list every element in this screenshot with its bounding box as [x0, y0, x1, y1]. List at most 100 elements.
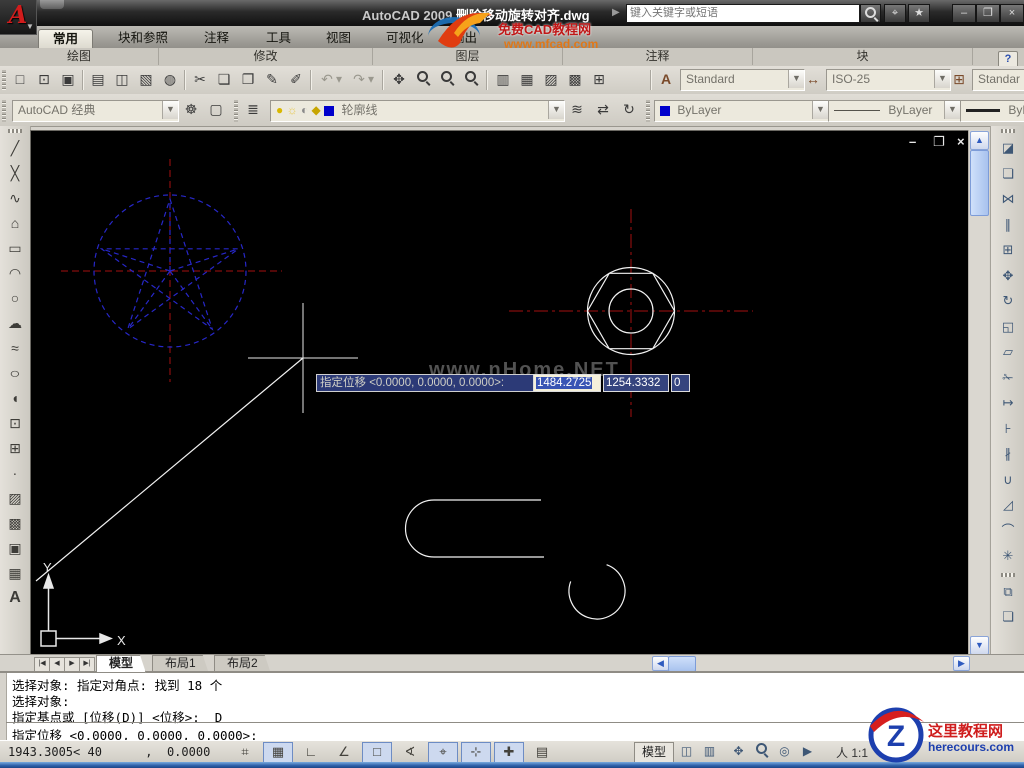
- draworder-bring-front-icon[interactable]: [997, 580, 1019, 606]
- save-icon[interactable]: [57, 69, 79, 91]
- hatch-icon[interactable]: [4, 486, 26, 511]
- scroll-down-button[interactable]: ▼: [970, 636, 989, 655]
- quick-access-toolbar[interactable]: [40, 0, 64, 9]
- grid-toggle[interactable]: [263, 742, 293, 763]
- revision-cloud-icon[interactable]: [4, 311, 26, 336]
- doc-restore-button[interactable]: ❐: [933, 135, 945, 149]
- dim-style-dropdown[interactable]: ISO-25 ▼: [826, 69, 951, 91]
- erase-icon[interactable]: [997, 136, 1019, 162]
- scroll-up-button[interactable]: ▲: [970, 131, 989, 150]
- tab-blocks-references[interactable]: 块和参照: [104, 29, 182, 48]
- search-button[interactable]: [860, 4, 881, 23]
- designcenter-icon[interactable]: [516, 69, 538, 91]
- workspace-save-icon[interactable]: [205, 99, 227, 121]
- point-icon[interactable]: [4, 461, 26, 486]
- layer-properties-manager-icon[interactable]: [242, 99, 264, 121]
- layer-states-icon[interactable]: [618, 99, 640, 121]
- break-icon[interactable]: [997, 442, 1019, 468]
- line-icon[interactable]: [4, 136, 26, 161]
- layer-on-bulb-icon[interactable]: ●: [276, 103, 283, 117]
- infocenter-search[interactable]: [626, 4, 860, 23]
- gradient-icon[interactable]: [4, 511, 26, 536]
- workspace-dropdown[interactable]: AutoCAD 经典 ▼: [12, 100, 179, 122]
- dim-style-icon[interactable]: [802, 69, 824, 91]
- steering-wheel-icon[interactable]: [774, 742, 795, 761]
- break-at-point-icon[interactable]: [997, 417, 1019, 443]
- drawing-area[interactable]: Y X www.nHome.NET 指定位移 <0.0000, 0.0000, …: [30, 130, 970, 656]
- cut-icon[interactable]: [189, 69, 211, 91]
- table-style-dropdown[interactable]: Standar: [972, 69, 1024, 91]
- text-style-dropdown[interactable]: Standard ▼: [680, 69, 805, 91]
- plot-icon[interactable]: [87, 69, 109, 91]
- search-input[interactable]: [627, 6, 865, 21]
- dropdown-arrow-icon[interactable]: ▼: [944, 101, 960, 119]
- color-dropdown[interactable]: ByLayer ▼: [654, 100, 829, 122]
- copy-clip-icon[interactable]: [213, 69, 235, 91]
- close-button[interactable]: ×: [1000, 4, 1024, 23]
- layer-dropdown[interactable]: ● ☼ ◐ ◆ 轮廓线 ▼: [270, 100, 565, 122]
- tab-annotate[interactable]: 注释: [190, 29, 243, 48]
- chamfer-icon[interactable]: [997, 493, 1019, 519]
- dropdown-arrow-icon[interactable]: ▼: [162, 101, 178, 119]
- plot-preview-icon[interactable]: [111, 69, 133, 91]
- quick-properties-toggle[interactable]: [527, 742, 557, 763]
- sheet-set-manager-icon[interactable]: [564, 69, 586, 91]
- tab-next-button[interactable]: ▶: [64, 657, 80, 672]
- dynamic-input-x[interactable]: 1484.2725: [533, 374, 601, 392]
- tab-view[interactable]: 视图: [312, 29, 365, 48]
- doc-minimize-button[interactable]: –: [909, 135, 916, 149]
- dynamic-input-toggle[interactable]: [461, 742, 491, 763]
- panel-modify[interactable]: 修改: [159, 48, 373, 65]
- offset-icon[interactable]: [997, 213, 1019, 239]
- undo-dropdown-icon[interactable]: [334, 69, 344, 91]
- model-space-button[interactable]: 模型: [634, 742, 674, 763]
- move-icon[interactable]: [997, 264, 1019, 290]
- rotate-icon[interactable]: [997, 289, 1019, 315]
- array-icon[interactable]: [997, 238, 1019, 264]
- polar-tracking-toggle[interactable]: [329, 742, 359, 763]
- zoom-window-icon[interactable]: [436, 69, 458, 91]
- arc-icon[interactable]: [4, 261, 26, 286]
- toolbar-grip[interactable]: [234, 100, 238, 122]
- fillet-icon[interactable]: [997, 519, 1019, 545]
- show-motion-icon[interactable]: [797, 742, 818, 761]
- panel-block[interactable]: 块: [753, 48, 973, 65]
- zoom-status-button[interactable]: [751, 742, 772, 761]
- publish-icon[interactable]: [135, 69, 157, 91]
- text-style-icon[interactable]: A: [655, 69, 677, 91]
- mirror-icon[interactable]: [997, 187, 1019, 213]
- line-entity[interactable]: [36, 358, 303, 581]
- dynamic-input-z[interactable]: 0: [671, 374, 690, 392]
- toolbar-grip[interactable]: [646, 100, 650, 122]
- table-style-icon[interactable]: [948, 69, 970, 91]
- tab-home[interactable]: 常用: [38, 29, 93, 49]
- vertical-scroll-thumb[interactable]: [970, 150, 989, 216]
- toolbar-grip[interactable]: [1001, 129, 1015, 133]
- annotation-scale-control[interactable]: 人 1:1: [836, 744, 868, 761]
- new-file-icon[interactable]: [9, 69, 31, 91]
- slot-drawing[interactable]: [406, 500, 545, 557]
- properties-palette-icon[interactable]: [492, 69, 514, 91]
- match-properties-icon[interactable]: [261, 69, 283, 91]
- copy-object-icon[interactable]: [997, 162, 1019, 188]
- spline-icon[interactable]: [4, 336, 26, 361]
- toolbar-grip[interactable]: [2, 100, 6, 122]
- workspace-settings-icon[interactable]: [180, 99, 202, 121]
- block-editor-icon[interactable]: [285, 69, 307, 91]
- dropdown-arrow-icon[interactable]: ▼: [548, 101, 564, 119]
- restore-button[interactable]: ❐: [976, 4, 1000, 23]
- arc-drawing[interactable]: [569, 565, 625, 619]
- tab-prev-button[interactable]: ◀: [49, 657, 65, 672]
- layer-viewport-icon[interactable]: ◐: [301, 103, 308, 117]
- tab-first-button[interactable]: |◀: [34, 657, 50, 672]
- scroll-left-button[interactable]: ◀: [652, 656, 669, 671]
- pan-status-icon[interactable]: [728, 742, 749, 761]
- layer-previous-icon[interactable]: [592, 99, 614, 121]
- scroll-right-button[interactable]: ▶: [953, 656, 970, 671]
- scale-icon[interactable]: [997, 315, 1019, 341]
- toolbar-grip[interactable]: [2, 70, 6, 90]
- vertical-scrollbar[interactable]: ▲ ▼: [968, 130, 989, 654]
- draworder-send-back-icon[interactable]: [997, 605, 1019, 631]
- tab-last-button[interactable]: ▶|: [79, 657, 95, 672]
- join-icon[interactable]: [997, 468, 1019, 494]
